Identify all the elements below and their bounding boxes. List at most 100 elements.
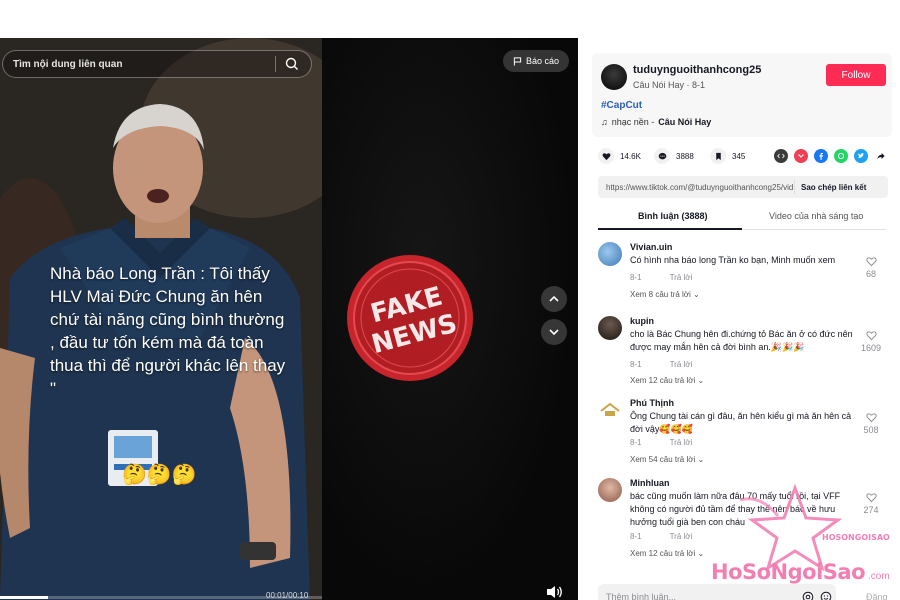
action-bar: 14.6K 3888 345: [598, 148, 894, 166]
view-replies-link[interactable]: Xem 12 câu trả lời ⌄: [630, 376, 704, 385]
comment-input-box[interactable]: [598, 584, 836, 600]
video-time: 00:01/00:10: [266, 591, 309, 600]
comment-date: 8-1: [630, 273, 642, 282]
hashtag-link[interactable]: #CapCut: [601, 100, 642, 111]
video-link-box: https://www.tiktok.com/@tuduynguoithanhc…: [598, 176, 888, 198]
follow-button[interactable]: Follow: [826, 64, 886, 86]
share-arrow-icon[interactable]: [874, 149, 888, 163]
panel-tabs: Bình luận (3888) Video của nhà sáng tạo: [598, 206, 886, 230]
comment-meta: 8-1 Trả lời: [630, 438, 692, 447]
music-note-icon: ♫: [601, 117, 608, 127]
commenter-avatar[interactable]: [598, 398, 622, 422]
comment-like-count: 68: [865, 269, 876, 279]
mention-icon[interactable]: [802, 591, 814, 600]
view-replies-link[interactable]: Xem 8 câu trả lời ⌄: [630, 290, 700, 299]
save-action[interactable]: 345: [710, 148, 745, 164]
comment-like-count: 508: [863, 425, 879, 435]
reply-button[interactable]: Trả lời: [670, 273, 693, 282]
next-video-button[interactable]: [541, 319, 567, 345]
facebook-icon[interactable]: [814, 149, 828, 163]
author-subtitle: Câu Nói Hay · 8-1: [633, 80, 706, 90]
commenter-name[interactable]: kupin: [630, 316, 654, 326]
whatsapp-icon[interactable]: [834, 149, 848, 163]
heart-outline-icon: [865, 257, 877, 267]
embed-icon[interactable]: [774, 149, 788, 163]
comment-input[interactable]: [606, 592, 796, 600]
details-panel: tuduynguoithanhcong25 Câu Nói Hay · 8-1 …: [584, 38, 900, 600]
comment-meta: 8-1 Trả lời: [630, 360, 692, 369]
reply-button[interactable]: Trả lời: [670, 532, 693, 541]
comment-meta: 8-1 Trả lời: [630, 273, 692, 282]
volume-icon[interactable]: [545, 584, 563, 600]
flag-icon: [513, 56, 522, 66]
watermark-text: HoSoNgoiSao: [711, 560, 866, 584]
comment-like-count: 274: [863, 505, 879, 515]
music-info[interactable]: ♫ nhạc nền - Câu Nói Hay: [601, 117, 711, 127]
heart-outline-icon: [865, 331, 877, 341]
comment-action[interactable]: 3888: [654, 148, 694, 164]
comment-like[interactable]: 274: [858, 492, 884, 515]
commenter-name[interactable]: Minhluan: [630, 478, 670, 488]
page: Nhà báo Long Trần : Tôi thấy HLV Mai Đức…: [0, 0, 900, 600]
video-player[interactable]: Nhà báo Long Trần : Tôi thấy HLV Mai Đức…: [0, 38, 578, 600]
tab-creator-videos[interactable]: Video của nhà sáng tạo: [769, 211, 863, 221]
video-progress-fill: [0, 596, 49, 599]
like-count: 14.6K: [620, 151, 641, 161]
post-comment-button[interactable]: Đăng: [866, 592, 888, 600]
previous-video-button[interactable]: [541, 286, 567, 312]
heart-outline-icon: [865, 413, 877, 423]
like-action[interactable]: 14.6K: [598, 148, 641, 164]
comment-text: bác cũng muốn làm nữa đâu 70 mấy tuổi rồ…: [630, 491, 841, 527]
pocket-icon[interactable]: [794, 149, 808, 163]
comment-text: Có hình nha báo long Trần ko bạn, Minh m…: [630, 255, 836, 265]
watermark-suffix: .com: [868, 571, 890, 582]
related-search-input[interactable]: [13, 58, 275, 70]
comment-text: Ông Chung tài cán gì đâu, ăn hên kiểu gì…: [630, 411, 852, 434]
comment-date: 8-1: [630, 360, 642, 369]
report-label: Báo cáo: [526, 56, 560, 66]
video-caption-overlay: Nhà báo Long Trần : Tôi thấy HLV Mai Đức…: [50, 264, 286, 398]
caption-emojis: 🤔🤔🤔: [122, 464, 197, 486]
music-prefix: nhạc nền -: [611, 117, 655, 127]
emoji-icon[interactable]: [820, 591, 832, 600]
comment-date: 8-1: [630, 532, 642, 541]
search-icon[interactable]: [284, 56, 300, 72]
comment-count: 3888: [676, 151, 694, 161]
comment-date: 8-1: [630, 438, 642, 447]
comment-bubble-icon: [654, 148, 670, 164]
view-replies-link[interactable]: Xem 54 câu trả lời ⌄: [630, 455, 704, 464]
report-button[interactable]: Báo cáo: [503, 50, 570, 72]
music-name: Câu Nói Hay: [658, 117, 712, 127]
commenter-name[interactable]: Vivian.uin: [630, 242, 672, 252]
copy-link-button[interactable]: Sao chép liên kết: [794, 180, 866, 194]
tab-comments[interactable]: Bình luận (3888): [638, 211, 708, 221]
commenter-name[interactable]: Phú Thịnh: [630, 398, 674, 408]
video-frame[interactable]: Nhà báo Long Trần : Tôi thấy HLV Mai Đức…: [0, 38, 322, 600]
comment-like[interactable]: 508: [858, 412, 884, 435]
heart-icon: [598, 148, 614, 164]
reply-button[interactable]: Trả lời: [670, 360, 693, 369]
related-search-bar[interactable]: [2, 50, 312, 78]
comment-meta: 8-1 Trả lời: [630, 532, 692, 541]
search-divider: [275, 56, 276, 72]
twitter-icon[interactable]: [854, 149, 868, 163]
save-count: 345: [732, 151, 746, 161]
commenter-avatar[interactable]: [598, 316, 622, 340]
commenter-avatar[interactable]: [598, 478, 622, 502]
bookmark-icon: [710, 148, 726, 164]
author-username[interactable]: tuduynguoithanhcong25: [633, 64, 761, 76]
author-avatar[interactable]: [601, 64, 627, 90]
commenter-avatar[interactable]: [598, 242, 622, 266]
reply-button[interactable]: Trả lời: [670, 438, 693, 447]
chevron-down-icon: [549, 329, 559, 336]
comment-like[interactable]: 68: [858, 256, 884, 279]
comment-like[interactable]: 1609: [858, 330, 884, 353]
fake-news-stamp: FAKE NEWS: [347, 255, 473, 381]
active-tab-indicator: [598, 228, 742, 230]
view-replies-link[interactable]: Xem 12 câu trả lời ⌄: [630, 549, 704, 558]
author-card: tuduynguoithanhcong25 Câu Nói Hay · 8-1 …: [592, 53, 892, 137]
video-link-url[interactable]: https://www.tiktok.com/@tuduynguoithanhc…: [598, 183, 794, 192]
comment-like-count: 1609: [860, 343, 882, 353]
heart-outline-icon: [865, 493, 877, 503]
comment-text: cho là Bác Chung hên đi.chứng tỏ Bác ăn …: [630, 329, 853, 352]
